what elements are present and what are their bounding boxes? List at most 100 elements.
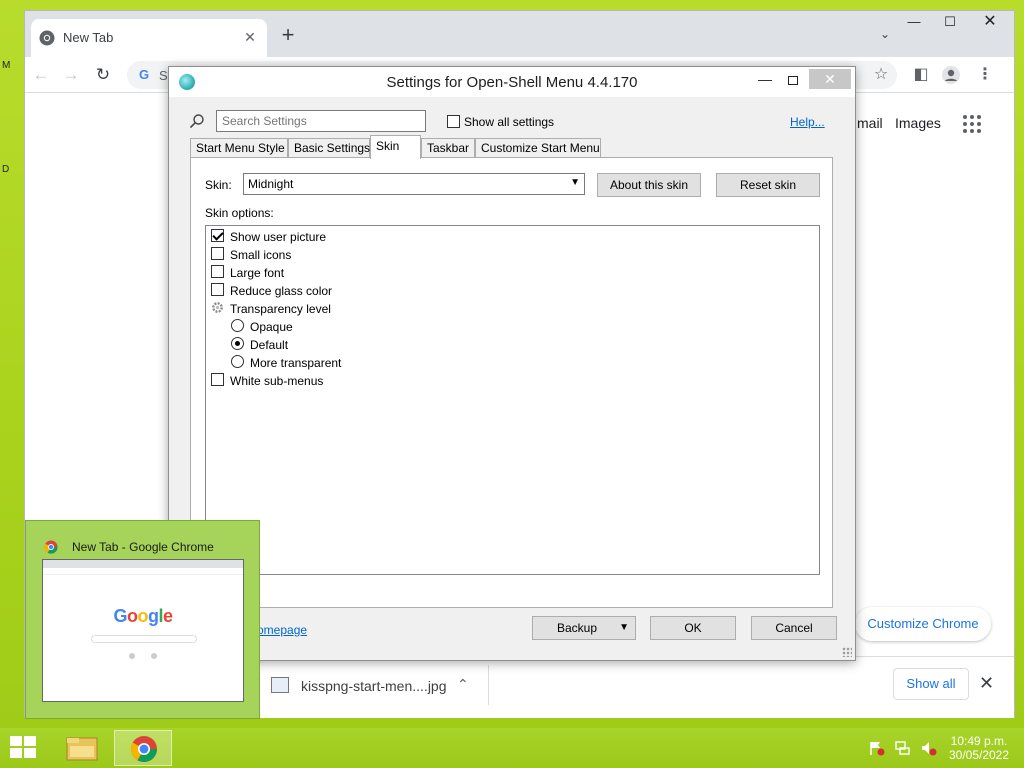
ok-button[interactable]: OK xyxy=(650,616,736,640)
option-transparency-level: Transparency level xyxy=(211,299,331,317)
clock-time: 10:49 p.m. xyxy=(950,734,1008,748)
images-link[interactable]: Images xyxy=(895,115,941,131)
kebab-menu-icon[interactable]: ⋮ xyxy=(975,65,995,85)
dialog-minimize-button[interactable]: — xyxy=(755,71,775,91)
skin-label: Skin: xyxy=(205,178,232,192)
windows-logo-pane xyxy=(10,748,22,758)
forward-arrow-icon[interactable]: → xyxy=(59,63,83,87)
image-file-icon xyxy=(271,677,289,693)
skin-select[interactable]: Midnight ▼ xyxy=(243,173,585,195)
show-all-downloads-button[interactable]: Show all xyxy=(893,668,969,700)
backup-button[interactable]: Backup ▼ xyxy=(532,616,636,640)
maximize-button[interactable]: ☐ xyxy=(935,11,965,33)
radio-button[interactable] xyxy=(231,355,244,369)
tab-basic-settings[interactable]: Basic Settings xyxy=(288,138,370,158)
skin-select-value: Midnight xyxy=(248,177,294,191)
dialog-titlebar[interactable]: Settings for Open-Shell Menu 4.4.170 — ✕ xyxy=(169,67,855,97)
chrome-tab-new-tab[interactable]: New Tab ✕ xyxy=(31,19,267,57)
tab-customize-start-menu[interactable]: Customize Start Menu xyxy=(475,138,601,158)
checkbox[interactable] xyxy=(211,373,224,387)
thumbnail-google-logo: Google xyxy=(113,606,173,626)
thumbnail-toolbar xyxy=(43,568,243,575)
chrome-taskbar-button[interactable] xyxy=(114,730,172,766)
skin-tab-panel: Skin: Midnight ▼ About this skin Reset s… xyxy=(190,157,833,608)
option-default[interactable]: Default xyxy=(231,335,288,353)
resize-grip-icon[interactable] xyxy=(842,647,852,657)
cancel-button[interactable]: Cancel xyxy=(751,616,837,640)
file-explorer-taskbar-button[interactable] xyxy=(54,730,110,766)
option-more-transparent[interactable]: More transparent xyxy=(231,353,341,371)
gmail-link[interactable]: mail xyxy=(857,115,883,131)
option-reduce-glass-color[interactable]: Reduce glass color xyxy=(211,281,332,299)
bookmark-star-icon[interactable]: ☆ xyxy=(871,65,891,85)
tab-taskbar[interactable]: Taskbar xyxy=(421,138,475,158)
close-shelf-icon[interactable]: ✕ xyxy=(979,673,994,694)
desktop-icon-label-m: M xyxy=(2,60,11,71)
show-all-settings-check[interactable] xyxy=(447,115,460,129)
side-panel-icon[interactable]: ◧ xyxy=(911,65,931,85)
radio-button[interactable] xyxy=(231,319,244,333)
tab-start-menu-style[interactable]: Start Menu Style xyxy=(190,138,288,158)
action-center-flag-icon[interactable] xyxy=(868,740,886,756)
dialog-title: Settings for Open-Shell Menu 4.4.170 xyxy=(386,74,638,91)
folder-icon xyxy=(66,737,98,761)
dialog-maximize-button[interactable] xyxy=(783,71,803,91)
windows-logo-icon xyxy=(10,736,22,746)
tab-skin[interactable]: Skin xyxy=(370,135,421,159)
homepage-link[interactable]: omepage xyxy=(257,623,307,637)
thumbnail-shortcut xyxy=(129,653,135,659)
option-show-user-picture[interactable]: Show user picture xyxy=(211,227,326,245)
minimize-button[interactable]: — xyxy=(899,11,929,33)
system-clock[interactable]: 10:49 p.m. 30/05/2022 xyxy=(948,734,1010,762)
download-filename: kisspng-start-men....jpg xyxy=(301,678,447,694)
checkbox[interactable] xyxy=(211,283,224,297)
settings-dialog: Settings for Open-Shell Menu 4.4.170 — ✕… xyxy=(168,66,856,661)
chevron-down-icon[interactable]: ⌄ xyxy=(877,27,893,43)
back-arrow-icon[interactable]: ← xyxy=(29,63,53,87)
google-g-icon: G xyxy=(139,67,150,82)
reload-icon[interactable]: ↻ xyxy=(91,63,115,87)
customize-chrome-button[interactable]: Customize Chrome xyxy=(855,607,991,641)
thumbnail-title: New Tab - Google Chrome xyxy=(72,540,214,554)
dropdown-caret-icon: ▼ xyxy=(619,622,629,633)
skin-options-label: Skin options: xyxy=(205,206,274,220)
google-apps-icon[interactable] xyxy=(963,115,981,133)
chevron-up-icon[interactable]: ⌃ xyxy=(457,676,469,693)
address-bar-text: S xyxy=(159,68,168,83)
help-link[interactable]: Help... xyxy=(790,115,825,129)
option-small-icons[interactable]: Small icons xyxy=(211,245,291,263)
backup-label: Backup xyxy=(557,621,598,635)
windows-logo-pane xyxy=(24,748,36,758)
radio-button-selected[interactable] xyxy=(231,337,244,351)
option-large-font[interactable]: Large font xyxy=(211,263,284,281)
about-this-skin-button[interactable]: About this skin xyxy=(597,173,701,197)
checkbox[interactable] xyxy=(211,247,224,261)
dialog-close-button[interactable]: ✕ xyxy=(809,69,851,89)
windows-start-button[interactable] xyxy=(10,736,38,760)
thumbnail-search-box xyxy=(91,635,197,643)
chrome-logo-icon xyxy=(44,540,58,554)
search-settings-input[interactable] xyxy=(216,110,426,132)
checkbox[interactable] xyxy=(211,265,224,279)
option-opaque[interactable]: Opaque xyxy=(231,317,293,335)
profile-avatar-icon[interactable] xyxy=(941,65,961,85)
chrome-logo-icon xyxy=(39,30,55,46)
skin-options-list: Show user picture Small icons Large font… xyxy=(205,225,820,575)
thumbnail-window-preview: Google xyxy=(42,559,244,702)
option-white-sub-menus[interactable]: White sub-menus xyxy=(211,371,323,389)
network-icon[interactable] xyxy=(894,740,912,756)
windows-logo-pane xyxy=(24,736,36,746)
new-tab-button[interactable]: + xyxy=(277,24,299,47)
checkbox-checked[interactable] xyxy=(211,229,224,243)
chrome-tabstrip: New Tab ✕ + ⌄ — ☐ ✕ xyxy=(25,11,1014,57)
volume-muted-icon[interactable] xyxy=(920,740,938,756)
gear-icon xyxy=(212,302,223,314)
reset-skin-button[interactable]: Reset skin xyxy=(716,173,820,197)
taskbar-thumbnail-preview[interactable]: New Tab - Google Chrome Google xyxy=(25,520,260,719)
close-tab-icon[interactable]: ✕ xyxy=(241,28,259,46)
download-item[interactable]: kisspng-start-men....jpg ⌃ xyxy=(261,665,489,705)
close-window-button[interactable]: ✕ xyxy=(975,11,1005,33)
show-all-settings-checkbox[interactable]: Show all settings xyxy=(447,114,554,129)
search-icon xyxy=(189,114,204,129)
chevron-down-icon: ▼ xyxy=(570,177,580,188)
